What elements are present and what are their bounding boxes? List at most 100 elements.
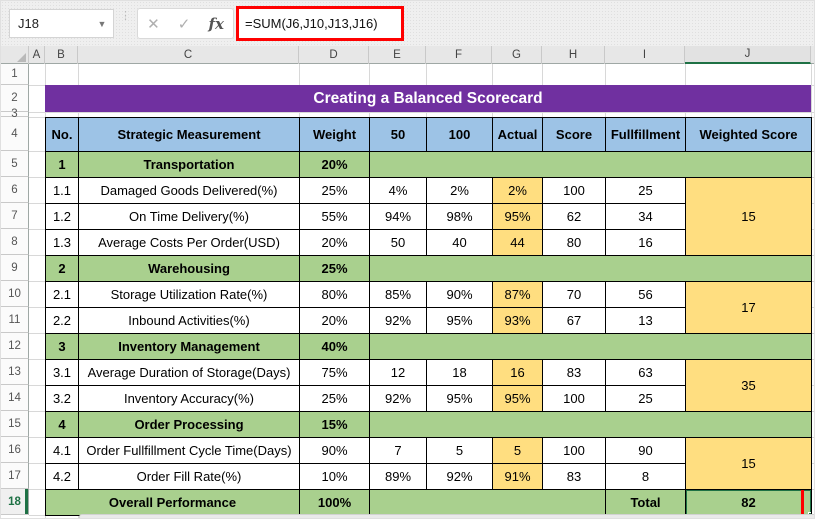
cell[interactable]: 100 bbox=[542, 385, 606, 412]
cell[interactable]: 92% bbox=[426, 463, 493, 490]
cell[interactable]: 100% bbox=[299, 489, 370, 516]
cell[interactable]: 1.3 bbox=[45, 229, 79, 256]
cell[interactable]: 2% bbox=[492, 177, 543, 204]
cell[interactable]: 12 bbox=[369, 359, 427, 386]
cell[interactable]: Inventory Management bbox=[78, 333, 300, 360]
cancel-icon[interactable]: ✕ bbox=[147, 15, 160, 33]
cell[interactable]: 4 bbox=[45, 411, 79, 438]
cell[interactable]: 100 bbox=[542, 437, 606, 464]
table-header-cell[interactable]: Weight bbox=[299, 117, 370, 152]
row-header-6[interactable]: 6 bbox=[1, 177, 29, 203]
cell[interactable]: 15 bbox=[685, 437, 812, 490]
cell[interactable] bbox=[369, 489, 606, 516]
cell[interactable]: 15% bbox=[299, 411, 370, 438]
cell[interactable]: 44 bbox=[492, 229, 543, 256]
row-header-14[interactable]: 14 bbox=[1, 385, 29, 411]
col-header-J[interactable]: J bbox=[685, 46, 811, 64]
insert-function-icon[interactable]: fx bbox=[209, 15, 224, 33]
row-header-12[interactable]: 12 bbox=[1, 333, 29, 359]
cell[interactable]: 80 bbox=[542, 229, 606, 256]
cell[interactable]: 85% bbox=[369, 281, 427, 308]
row-header-18[interactable]: 18 bbox=[1, 489, 29, 515]
row-header-5[interactable]: 5 bbox=[1, 151, 29, 177]
cell[interactable]: 20% bbox=[299, 307, 370, 334]
cell[interactable]: 15 bbox=[685, 177, 812, 256]
cell[interactable]: 98% bbox=[426, 203, 493, 230]
cell[interactable]: 1.2 bbox=[45, 203, 79, 230]
cell[interactable]: 2 bbox=[45, 255, 79, 282]
cell[interactable]: 92% bbox=[369, 385, 427, 412]
cell[interactable]: 34 bbox=[605, 203, 686, 230]
cell[interactable]: Order Fill Rate(%) bbox=[78, 463, 300, 490]
cell[interactable]: 10% bbox=[299, 463, 370, 490]
cell[interactable]: 5 bbox=[426, 437, 493, 464]
cell[interactable]: 40 bbox=[426, 229, 493, 256]
cell[interactable]: Warehousing bbox=[78, 255, 300, 282]
cell[interactable]: 63 bbox=[605, 359, 686, 386]
cell[interactable]: 80% bbox=[299, 281, 370, 308]
cell[interactable]: 89% bbox=[369, 463, 427, 490]
cell[interactable]: 94% bbox=[369, 203, 427, 230]
cell[interactable]: 3.1 bbox=[45, 359, 79, 386]
table-header-cell[interactable]: Weighted Score bbox=[685, 117, 812, 152]
cell[interactable]: 25 bbox=[605, 385, 686, 412]
col-header-G[interactable]: G bbox=[492, 46, 542, 64]
table-header-cell[interactable]: No. bbox=[45, 117, 79, 152]
cell[interactable]: 4.2 bbox=[45, 463, 79, 490]
col-header-F[interactable]: F bbox=[426, 46, 492, 64]
name-box-dropdown-icon[interactable]: ▼ bbox=[91, 19, 113, 29]
cell[interactable]: 7 bbox=[369, 437, 427, 464]
cell[interactable]: 67 bbox=[542, 307, 606, 334]
cell[interactable]: 83 bbox=[542, 463, 606, 490]
horizontal-scrollbar[interactable] bbox=[79, 514, 814, 518]
cell[interactable]: On Time Delivery(%) bbox=[78, 203, 300, 230]
cell[interactable] bbox=[369, 333, 812, 360]
table-header-cell[interactable]: Strategic Measurement bbox=[78, 117, 300, 152]
col-header-B[interactable]: B bbox=[45, 46, 78, 64]
enter-icon[interactable]: ✓ bbox=[178, 15, 191, 33]
cell[interactable]: Inbound Activities(%) bbox=[78, 307, 300, 334]
cell[interactable]: 75% bbox=[299, 359, 370, 386]
cell[interactable]: 55% bbox=[299, 203, 370, 230]
row-header-9[interactable]: 9 bbox=[1, 255, 29, 281]
cell[interactable]: 87% bbox=[492, 281, 543, 308]
col-header-A[interactable]: A bbox=[29, 46, 45, 64]
col-header-H[interactable]: H bbox=[542, 46, 605, 64]
table-header-cell[interactable]: Score bbox=[542, 117, 606, 152]
cell[interactable]: 90% bbox=[299, 437, 370, 464]
cell[interactable] bbox=[369, 255, 812, 282]
cell[interactable]: Average Costs Per Order(USD) bbox=[78, 229, 300, 256]
cell[interactable]: 1 bbox=[45, 151, 79, 178]
cell[interactable]: 20% bbox=[299, 229, 370, 256]
cell[interactable]: 95% bbox=[426, 385, 493, 412]
cell[interactable]: Storage Utilization Rate(%) bbox=[78, 281, 300, 308]
cell[interactable]: 50 bbox=[369, 229, 427, 256]
title-banner-cell[interactable]: Creating a Balanced Scorecard bbox=[45, 85, 811, 112]
cell[interactable]: 92% bbox=[369, 307, 427, 334]
row-header-17[interactable]: 17 bbox=[1, 463, 29, 489]
cell[interactable]: 17 bbox=[685, 281, 812, 334]
cell[interactable]: Average Duration of Storage(Days) bbox=[78, 359, 300, 386]
cell[interactable]: 70 bbox=[542, 281, 606, 308]
row-header-7[interactable]: 7 bbox=[1, 203, 29, 229]
cell[interactable]: 8 bbox=[605, 463, 686, 490]
cell[interactable]: 18 bbox=[426, 359, 493, 386]
cell[interactable]: 2.2 bbox=[45, 307, 79, 334]
cell[interactable]: 3.2 bbox=[45, 385, 79, 412]
cell[interactable]: 16 bbox=[492, 359, 543, 386]
cell[interactable]: 40% bbox=[299, 333, 370, 360]
cell[interactable]: 13 bbox=[605, 307, 686, 334]
cell[interactable]: 25% bbox=[299, 385, 370, 412]
cell[interactable]: 90 bbox=[605, 437, 686, 464]
row-header-4[interactable]: 4 bbox=[1, 117, 29, 151]
cell[interactable]: 4.1 bbox=[45, 437, 79, 464]
cell[interactable]: 25% bbox=[299, 177, 370, 204]
row-header-10[interactable]: 10 bbox=[1, 281, 29, 307]
cell[interactable]: 95% bbox=[426, 307, 493, 334]
cell[interactable]: 20% bbox=[299, 151, 370, 178]
row-header-1[interactable]: 1 bbox=[1, 64, 29, 85]
col-header-D[interactable]: D bbox=[299, 46, 369, 64]
cell[interactable]: Transportation bbox=[78, 151, 300, 178]
cell[interactable]: 95% bbox=[492, 203, 543, 230]
row-header-13[interactable]: 13 bbox=[1, 359, 29, 385]
